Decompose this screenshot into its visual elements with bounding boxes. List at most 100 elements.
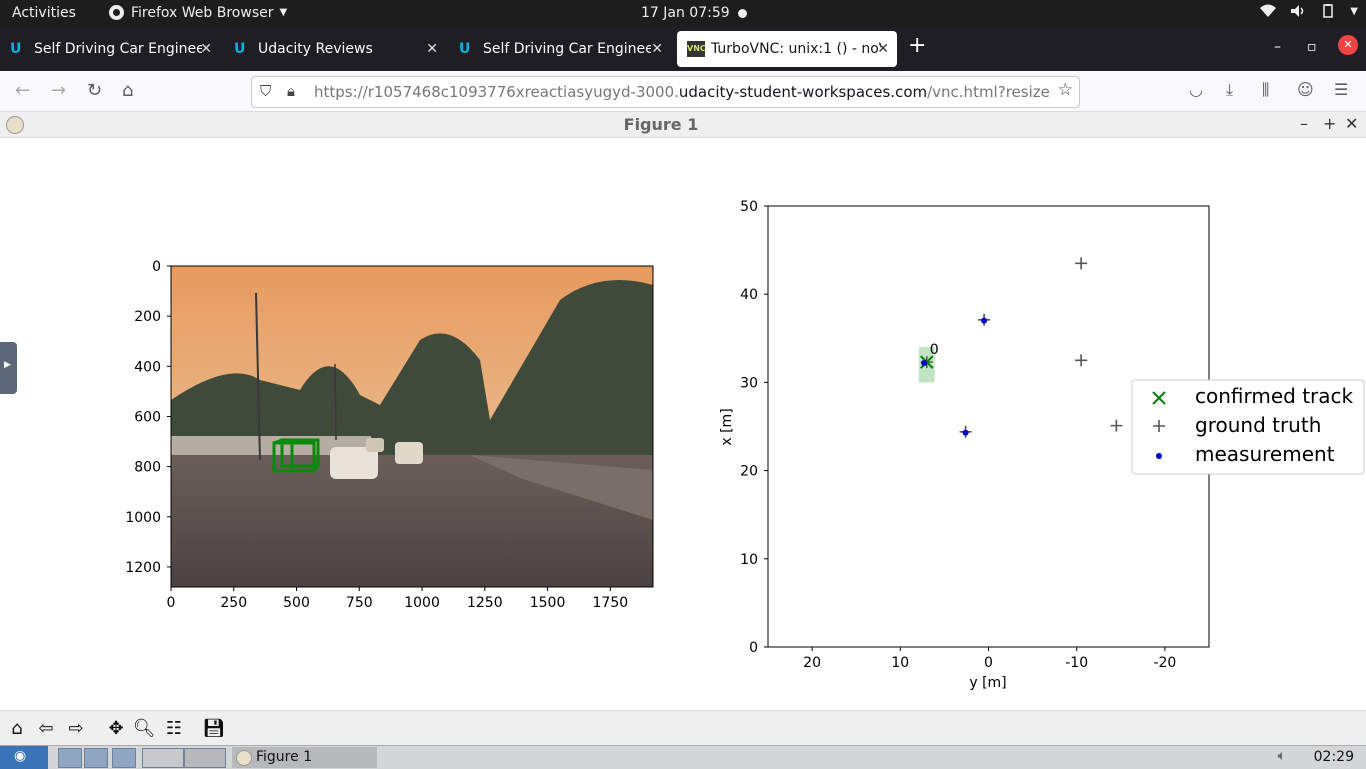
window-icon[interactable] [112, 748, 136, 768]
minimize-window-icon[interactable]: – [1274, 39, 1281, 55]
close-figure-icon[interactable]: ✕ [1345, 114, 1358, 133]
tab-self-driving-2[interactable]: U Self Driving Car Engineer ✕ [449, 31, 671, 67]
close-tab-icon[interactable]: ✕ [426, 41, 438, 57]
volume-icon[interactable]: 🔈︎ [1278, 748, 1286, 764]
x-tick-label: 1500 [530, 595, 566, 611]
matplotlib-icon [236, 750, 252, 766]
app-menu[interactable]: Firefox Web Browser ▼ [108, 4, 287, 21]
app-name: Firefox Web Browser [131, 4, 274, 21]
forward-icon[interactable]: → [51, 80, 66, 101]
tab-udacity-reviews[interactable]: U Udacity Reviews ✕ [224, 31, 446, 67]
wifi-icon [1260, 4, 1277, 17]
legend: confirmed track ground truth measurement [1131, 379, 1365, 475]
forward-icon[interactable]: ⇨ [64, 716, 88, 740]
topbar-clock[interactable]: 17 Jan 07:59 [641, 5, 730, 21]
downloads-icon[interactable]: ⤓ [1226, 80, 1233, 100]
plot-svg[interactable]: 0 250 500 750 1000 1250 1500 1750 0200400600800… [0, 138, 1366, 710]
tab-title: Self Driving Car Engineer [483, 41, 651, 57]
activities-button[interactable]: Activities [12, 5, 76, 21]
y-tick-label: 0 [749, 640, 758, 656]
task-figure-1[interactable]: Figure 1 [232, 747, 377, 768]
url-text[interactable]: https://r1057468c1093776xreactiasyugyd-3… [314, 83, 1049, 101]
udacity-icon: U [10, 41, 22, 57]
udacity-icon: U [459, 41, 471, 57]
right-y-ticks: 0 10 20 30 40 50 [740, 199, 768, 656]
configure-icon[interactable]: ☷ [162, 716, 186, 740]
url-domain: udacity-student-workspaces.com [678, 83, 928, 101]
maximize-window-icon[interactable]: ▫ [1307, 39, 1317, 55]
y-tick-label: 20 [740, 464, 758, 480]
y-tick-label: 1200 [125, 560, 161, 576]
y-axis-label: x [m] [719, 408, 735, 445]
tab-title: TurboVNC: unix:1 () - noV [711, 41, 881, 57]
workspace-1[interactable] [142, 748, 184, 768]
legend-label-measurement: measurement [1195, 442, 1335, 466]
x-tick-label: 500 [283, 595, 310, 611]
vnc-icon: VNC [687, 41, 706, 57]
browser-tab-bar: U Self Driving Car Engineer ✕ U Udacity … [0, 27, 1366, 71]
menu-icon[interactable]: ☰ [1334, 80, 1348, 99]
camera-image [171, 266, 653, 587]
file-manager-icon[interactable] [58, 748, 82, 768]
notification-dot-icon [738, 9, 747, 18]
battery-icon [1323, 4, 1334, 18]
right-x-ticks: 20 10 0 -10 -20 [803, 647, 1176, 671]
chevron-down-icon: ▼ [279, 7, 288, 18]
pan-icon[interactable]: ✥ [104, 716, 128, 740]
close-tab-icon[interactable]: ✕ [200, 41, 212, 57]
zoom-icon[interactable]: 🔍︎ [132, 716, 156, 740]
save-icon[interactable]: 💾︎ [202, 716, 226, 740]
pocket-icon[interactable]: ◡ [1189, 80, 1203, 99]
bookmark-star-icon[interactable]: ☆ [1058, 80, 1073, 100]
figure-titlebar: Figure 1 – + ✕ [0, 112, 1366, 138]
left-x-ticks: 0 250 500 750 1000 1250 1500 1750 [167, 587, 628, 611]
tab-self-driving-1[interactable]: U Self Driving Car Engineer ✕ [0, 31, 220, 67]
back-icon[interactable]: ⇦ [34, 716, 58, 740]
x-tick-label: 10 [891, 655, 909, 671]
close-tab-icon[interactable]: ✕ [877, 41, 889, 57]
workspace-2[interactable] [184, 748, 226, 768]
y-tick-label: 200 [134, 309, 161, 325]
close-window-icon[interactable]: ✕ [1338, 35, 1358, 55]
maximize-figure-icon[interactable]: + [1323, 114, 1336, 133]
figure-canvas[interactable]: 0 250 500 750 1000 1250 1500 1750 0 200 400 600 800… [0, 138, 1366, 710]
novnc-side-handle[interactable]: ▶ [0, 342, 17, 394]
system-tray[interactable]: ▼ [1260, 4, 1358, 18]
terminal-icon[interactable] [84, 748, 108, 768]
x-tick-label: 250 [220, 595, 247, 611]
url-bar[interactable]: ⛉ 🔒︎ https://r1057468c1093776xreactiasyu… [251, 76, 1080, 108]
x-tick-label: 1250 [467, 595, 503, 611]
power-menu-icon: ▼ [1350, 5, 1358, 17]
track-id-label: 0 [930, 342, 939, 358]
taskbar-clock: 02:29 [1313, 749, 1354, 765]
gnome-top-bar: Activities Firefox Web Browser ▼ 17 Jan … [0, 0, 1366, 27]
measurement-point [921, 359, 928, 366]
home-icon[interactable]: ⌂ [5, 716, 29, 740]
lock-icon: 🔒︎ [287, 82, 295, 100]
y-tick-label: 50 [740, 199, 758, 215]
x-tick-label: -10 [1065, 655, 1088, 671]
shield-icon[interactable]: ⛉ [260, 82, 271, 100]
y-tick-label: 0 [152, 259, 161, 275]
y-tick-label: 400 [134, 359, 161, 375]
x-tick-label: -20 [1153, 655, 1176, 671]
browser-nav-bar: ← → ↻ ⌂ ⛉ 🔒︎ https://r1057468c1093776xre… [0, 71, 1366, 112]
minimize-figure-icon[interactable]: – [1300, 114, 1308, 133]
new-tab-icon[interactable]: + [908, 33, 926, 58]
start-menu-button[interactable]: ◉ [0, 746, 48, 769]
home-icon[interactable]: ⌂ [122, 80, 133, 101]
measurement-point [962, 429, 969, 436]
y-tick-label: 1000 [125, 510, 161, 526]
account-icon[interactable]: ☺ [1297, 80, 1314, 99]
reload-icon[interactable]: ↻ [87, 80, 102, 101]
close-tab-icon[interactable]: ✕ [651, 41, 663, 57]
legend-label-confirmed-track: confirmed track [1195, 384, 1354, 408]
matplotlib-toolbar: ⌂ ⇦ ⇨ ✥ 🔍︎ ☷ 💾︎ [0, 710, 1366, 746]
tab-turbovnc[interactable]: VNC TurboVNC: unix:1 () - noV ✕ [677, 31, 897, 67]
library-icon[interactable]: ⫼ [1262, 80, 1269, 100]
back-icon[interactable]: ← [15, 80, 30, 101]
x-tick-label: 0 [984, 655, 993, 671]
start-logo-icon: ◉ [14, 748, 27, 764]
x-tick-label: 20 [803, 655, 821, 671]
y-tick-label: 600 [134, 409, 161, 425]
